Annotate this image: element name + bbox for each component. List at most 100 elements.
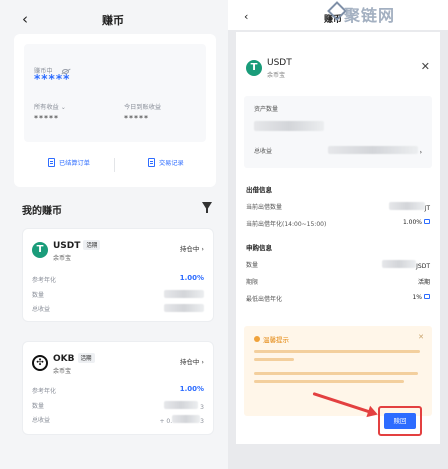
lend-apr-text: 1.00% bbox=[402, 219, 422, 226]
total-income-row[interactable]: 总收益 › bbox=[254, 146, 422, 156]
flexible-badge: 活期 bbox=[77, 353, 95, 363]
page-title: 赚币 bbox=[102, 14, 124, 27]
watermark-text: 聚链网 bbox=[344, 6, 396, 25]
product-name: 余币宝 bbox=[53, 255, 72, 262]
usdt-position-card[interactable]: T USDT 活期 余币宝 持仓中 › 参考年化 1.00% 数量 总收益 bbox=[22, 228, 214, 322]
holding-status[interactable]: 持仓中 › bbox=[180, 356, 204, 366]
warning-icon bbox=[254, 336, 260, 342]
chevron-right-icon: › bbox=[419, 149, 422, 156]
back-icon[interactable]: ‹ bbox=[244, 10, 248, 23]
total-tail-end: 3 bbox=[200, 418, 204, 425]
coin-symbol: USDT bbox=[53, 241, 81, 251]
earning-value: ***** bbox=[34, 72, 71, 86]
coin-symbol: OKB bbox=[53, 354, 75, 364]
ref-apr-label: 参考年化 bbox=[32, 277, 57, 284]
amount-blurred: 3 bbox=[164, 401, 204, 411]
total-income-label: 总收益 bbox=[32, 417, 51, 424]
apply-amount-row: 数量 JSDT bbox=[246, 260, 430, 270]
amount-blurred bbox=[164, 290, 204, 300]
bottom-strip bbox=[228, 444, 448, 469]
lend-amount-label: 当前出借数量 bbox=[246, 204, 283, 211]
lend-info-title: 出借信息 bbox=[246, 186, 272, 194]
apr-row: 参考年化 1.00% bbox=[32, 385, 204, 395]
sheet-coin-name: USDT bbox=[267, 58, 292, 68]
min-apr-value: 1% bbox=[412, 294, 430, 301]
min-apr-label: 最低出借年化 bbox=[246, 296, 283, 303]
amount-label: 数量 bbox=[32, 403, 45, 410]
usdt-coin-icon: T bbox=[246, 60, 262, 76]
apply-amount-tail: JSDT bbox=[416, 263, 430, 270]
settled-orders-link[interactable]: 已结算订单 bbox=[48, 158, 90, 167]
amount-row: 数量 bbox=[32, 290, 204, 299]
position-detail-sheet: T USDT 余币宝 ✕ 资产数量 总收益 › 出借信息 当前出借数量 JT 当… bbox=[236, 32, 440, 444]
close-icon[interactable]: ✕ bbox=[418, 333, 424, 341]
earnings-summary-card: 赚币中 ***** 所有收益 ⌄ ***** 今日到账收益 ***** 已结算订… bbox=[14, 34, 216, 187]
holding-status[interactable]: 持仓中 › bbox=[180, 243, 204, 253]
redeem-highlight-box: 赎回 bbox=[378, 406, 422, 436]
term-label: 期限 bbox=[246, 279, 259, 286]
reminder-title: 温馨提示 bbox=[254, 334, 289, 344]
asset-summary-box: 资产数量 总收益 › bbox=[244, 96, 432, 168]
top-bar: ‹ 赚币 聚链网 bbox=[228, 0, 448, 30]
min-apr-row: 最低出借年化 1% bbox=[246, 294, 430, 303]
min-apr-text: 1% bbox=[412, 294, 422, 301]
reminder-title-text: 温馨提示 bbox=[263, 336, 289, 344]
chart-icon[interactable] bbox=[424, 219, 430, 224]
flexible-badge: 活期 bbox=[83, 240, 101, 250]
lend-apr-label: 当前出借年化(14:00~15:00) bbox=[246, 221, 327, 228]
asset-amount-blurred bbox=[254, 116, 324, 135]
apply-amount-value: JSDT bbox=[382, 260, 430, 270]
lend-amount-tail: JT bbox=[424, 205, 430, 212]
lend-apr-row: 当前出借年化(14:00~15:00) 1.00% bbox=[246, 219, 430, 228]
all-income-label[interactable]: 所有收益 ⌄ bbox=[34, 102, 66, 111]
reminder-text-line bbox=[254, 372, 418, 375]
today-income-label: 今日到账收益 bbox=[124, 104, 162, 111]
total-income-label: 总收益 bbox=[254, 148, 273, 155]
okb-position-card[interactable]: ✣ OKB 活期 余币宝 持仓中 › 参考年化 1.00% 数量 3 总收益 + … bbox=[22, 341, 214, 435]
reminder-text-line bbox=[254, 358, 294, 361]
term-value: 活期 bbox=[417, 279, 430, 286]
edit-icon[interactable] bbox=[424, 294, 430, 299]
settled-orders-label: 已结算订单 bbox=[59, 160, 90, 167]
divider bbox=[114, 158, 115, 172]
lend-amount-value: JT bbox=[388, 202, 430, 212]
today-income-value: ***** bbox=[124, 114, 149, 123]
my-earn-title: 我的赚币 bbox=[22, 206, 62, 217]
close-icon[interactable]: ✕ bbox=[421, 60, 430, 73]
reminder-text-line bbox=[254, 380, 404, 383]
amount-row: 数量 3 bbox=[32, 401, 204, 411]
total-income-blurred: + 0. 3 bbox=[159, 415, 204, 425]
screenshot-root: ‹ 赚币 赚币中 ***** 所有收益 ⌄ ***** 今日到账收益 *****… bbox=[0, 0, 448, 469]
total-income-row: 总收益 bbox=[32, 304, 204, 313]
sheet-product-name: 余币宝 bbox=[267, 72, 286, 79]
ref-apr-value: 1.00% bbox=[179, 274, 204, 282]
total-tail: + 0. bbox=[159, 418, 173, 425]
record-icon bbox=[148, 158, 155, 167]
amount-tail: 3 bbox=[200, 404, 204, 411]
all-income-value: ***** bbox=[34, 114, 59, 123]
usdt-coin-icon: T bbox=[32, 242, 48, 258]
amount-label: 数量 bbox=[32, 292, 45, 299]
term-row: 期限 活期 bbox=[246, 277, 430, 286]
filter-icon[interactable] bbox=[202, 202, 212, 213]
summary-inner: 赚币中 ***** 所有收益 ⌄ ***** 今日到账收益 ***** bbox=[24, 44, 206, 142]
asset-amount-label: 资产数量 bbox=[254, 106, 279, 113]
total-income-blurred bbox=[164, 304, 204, 314]
product-name: 余币宝 bbox=[53, 368, 72, 375]
coin-name: OKB 活期 bbox=[53, 353, 95, 364]
total-income-value: › bbox=[327, 146, 422, 156]
trade-records-label: 交易记录 bbox=[159, 160, 184, 167]
ref-apr-label: 参考年化 bbox=[32, 388, 57, 395]
ref-apr-value: 1.00% bbox=[179, 385, 204, 393]
redeem-button[interactable]: 赎回 bbox=[384, 413, 416, 429]
apply-amount-label: 数量 bbox=[246, 262, 259, 269]
trade-records-link[interactable]: 交易记录 bbox=[148, 158, 184, 167]
total-income-row: 总收益 + 0. 3 bbox=[32, 415, 204, 425]
lend-apr-value: 1.00% bbox=[403, 219, 430, 226]
earn-overview-screen: ‹ 赚币 赚币中 ***** 所有收益 ⌄ ***** 今日到账收益 *****… bbox=[0, 0, 226, 469]
total-income-label: 总收益 bbox=[32, 306, 51, 313]
okb-coin-icon: ✣ bbox=[32, 355, 48, 371]
reminder-text-line bbox=[254, 350, 420, 353]
coin-name: USDT 活期 bbox=[53, 240, 101, 251]
document-icon bbox=[48, 158, 55, 167]
